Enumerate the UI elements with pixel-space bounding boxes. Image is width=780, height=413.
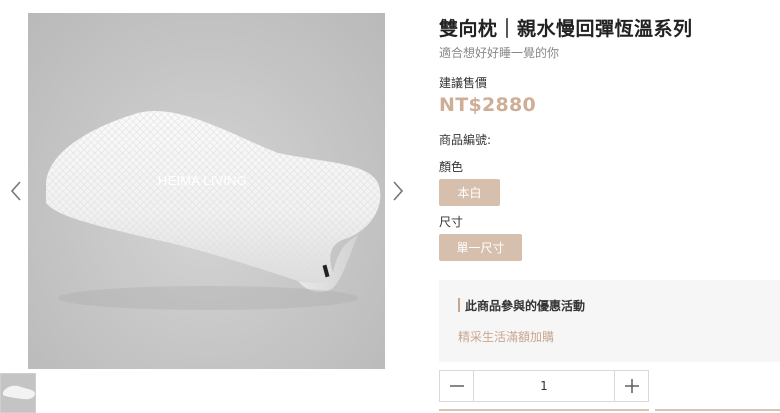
chevron-right-icon (393, 181, 404, 201)
product-title: 雙向枕｜親水慢回彈恆溫系列 (439, 18, 693, 40)
quantity-increase-button[interactable] (614, 371, 648, 401)
size-option-button[interactable]: 單一尺寸 (439, 234, 522, 261)
quantity-input[interactable]: 1 (474, 371, 614, 401)
price-label: 建議售價 (439, 76, 488, 90)
promo-link[interactable]: 精采生活滿額加購 (458, 328, 554, 345)
watermark-text: HEIMA LIVING (158, 173, 248, 188)
promo-box: 此商品參與的優惠活動 精采生活滿額加購 (439, 280, 780, 362)
gallery-thumbnail[interactable] (0, 373, 36, 413)
chevron-left-icon (10, 181, 21, 201)
product-main-image: HEIMA LIVING (28, 13, 385, 369)
gallery-next-button[interactable] (388, 178, 408, 204)
product-info: 雙向枕｜親水慢回彈恆溫系列 適合想好好睡一覺的你 建議售價 NT$2880 商品… (439, 0, 780, 411)
plus-icon (624, 379, 639, 393)
color-label: 顏色 (439, 160, 464, 174)
pillow-image (46, 111, 381, 310)
promo-accent-bar (458, 298, 460, 312)
promo-title: 此商品參與的優惠活動 (465, 299, 586, 313)
thumbnail-pillow-image (1, 374, 35, 412)
color-option-button[interactable]: 本白 (439, 179, 500, 206)
sku-label: 商品編號: (439, 133, 492, 147)
size-label: 尺寸 (439, 215, 464, 229)
minus-icon (449, 385, 464, 387)
product-subtitle: 適合想好好睡一覺的你 (439, 46, 560, 60)
gallery-prev-button[interactable] (6, 178, 26, 204)
quantity-stepper: 1 (439, 370, 649, 402)
product-gallery: HEIMA LIVING (0, 0, 420, 413)
quantity-decrease-button[interactable] (440, 371, 474, 401)
product-price: NT$2880 (439, 94, 537, 116)
